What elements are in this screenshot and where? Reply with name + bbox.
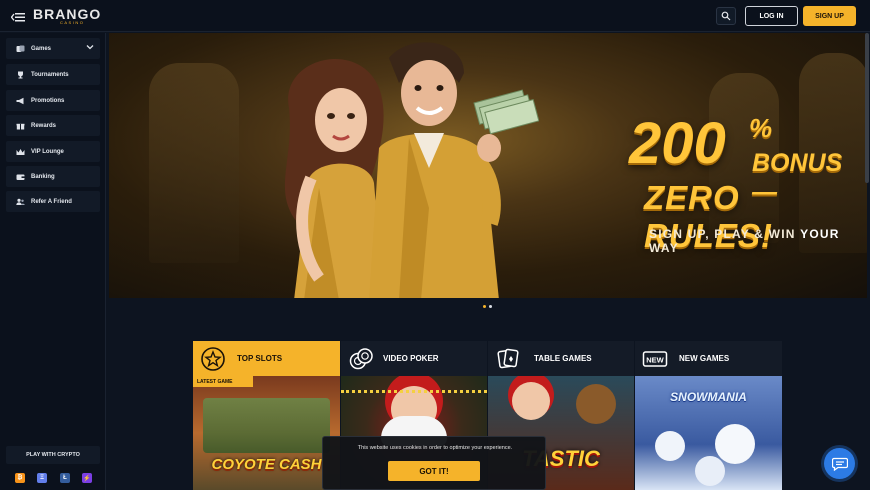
tab-table-games[interactable]: TABLE GAMES bbox=[488, 341, 634, 376]
cookie-message: This website uses cookies in order to op… bbox=[357, 445, 513, 451]
tab-top-slots[interactable]: TOP SLOTS bbox=[193, 341, 340, 376]
svg-text:NEW: NEW bbox=[646, 355, 664, 364]
game-art bbox=[341, 390, 487, 394]
page-scrollbar[interactable] bbox=[865, 33, 869, 183]
litecoin-icon[interactable]: Ł bbox=[60, 473, 70, 483]
sidebar: Games Tournaments Promotions Rewards VIP… bbox=[0, 33, 106, 490]
live-chat-button[interactable] bbox=[824, 448, 855, 479]
bonus-amount: 200 bbox=[629, 111, 726, 176]
sidebar-item-label: Refer A Friend bbox=[31, 198, 72, 205]
top-bar: BRANGO CASINO LOG IN SIGN UP bbox=[0, 0, 870, 32]
tab-label: VIDEO POKER bbox=[383, 354, 439, 363]
search-button[interactable] bbox=[716, 7, 736, 25]
sidebar-item-rewards[interactable]: Rewards bbox=[6, 115, 100, 136]
bonus-percent-sign: % bbox=[749, 113, 773, 143]
lightning-icon[interactable]: ⚡ bbox=[82, 473, 92, 483]
wallet-icon bbox=[16, 173, 25, 181]
game-art bbox=[203, 398, 330, 453]
tab-label: TOP SLOTS bbox=[237, 354, 283, 363]
sidebar-item-promotions[interactable]: Promotions bbox=[6, 90, 100, 111]
slot-machine-decoration bbox=[149, 63, 239, 263]
subline-emphasis: YOUR bbox=[800, 227, 840, 241]
sidebar-item-label: Promotions bbox=[31, 97, 65, 104]
latest-game-badge: LATEST GAME bbox=[193, 376, 253, 387]
game-thumbnail-snowmania[interactable]: SNOWMANIA bbox=[635, 376, 782, 490]
banner-subline: SIGN UP, PLAY & WIN YOUR WAY bbox=[649, 227, 867, 255]
playing-cards-icon bbox=[494, 345, 522, 373]
tab-new-games[interactable]: NEW NEW GAMES bbox=[635, 341, 782, 376]
gift-icon bbox=[16, 122, 25, 130]
signup-button[interactable]: SIGN UP bbox=[803, 6, 856, 26]
play-with-crypto-button[interactable]: PLAY WITH CRYPTO bbox=[6, 446, 100, 464]
tab-label: NEW GAMES bbox=[679, 354, 730, 363]
couple-illustration bbox=[284, 42, 539, 298]
game-art bbox=[715, 424, 755, 464]
sidebar-item-vip-lounge[interactable]: VIP Lounge bbox=[6, 141, 100, 162]
sidebar-item-refer-a-friend[interactable]: Refer A Friend bbox=[6, 191, 100, 212]
game-art bbox=[512, 382, 550, 420]
subline-text-start: SIGN UP, PLAY & WIN bbox=[649, 227, 801, 241]
sidebar-item-label: Tournaments bbox=[31, 71, 69, 78]
crown-icon bbox=[16, 148, 25, 156]
chevron-down-icon[interactable] bbox=[86, 44, 94, 52]
carousel-dot-active[interactable] bbox=[483, 305, 486, 308]
ethereum-icon[interactable]: Ξ bbox=[37, 473, 47, 483]
sidebar-item-banking[interactable]: Banking bbox=[6, 166, 100, 187]
sidebar-item-label: Rewards bbox=[31, 122, 57, 129]
bitcoin-icon[interactable]: ₿ bbox=[15, 473, 25, 483]
trophy-icon bbox=[16, 71, 25, 79]
cookie-accept-button[interactable]: GOT IT! bbox=[388, 461, 480, 481]
sidebar-item-label: VIP Lounge bbox=[31, 148, 64, 155]
logo-subtitle: CASINO bbox=[60, 20, 85, 25]
carousel-dot[interactable] bbox=[489, 305, 492, 308]
login-button[interactable]: LOG IN bbox=[745, 6, 798, 26]
chat-bubble-icon bbox=[831, 457, 848, 471]
sidebar-item-label: Games bbox=[31, 45, 52, 52]
game-thumbnail-coyote-cash[interactable]: LATEST GAME COYOTE CASH bbox=[193, 376, 340, 490]
sidebar-item-tournaments[interactable]: Tournaments bbox=[6, 64, 100, 85]
game-title: COYOTE CASH bbox=[211, 456, 322, 473]
search-icon bbox=[721, 11, 731, 21]
hamburger-menu-icon[interactable] bbox=[10, 10, 25, 22]
game-art bbox=[695, 456, 725, 486]
star-icon bbox=[199, 345, 227, 373]
tab-video-poker[interactable]: VIDEO POKER bbox=[341, 341, 487, 376]
game-art bbox=[576, 384, 616, 424]
sidebar-item-games[interactable]: Games bbox=[6, 38, 100, 59]
subline-text-end: WAY bbox=[649, 241, 679, 255]
users-icon bbox=[16, 198, 25, 206]
megaphone-icon bbox=[16, 97, 25, 105]
game-art bbox=[655, 431, 685, 461]
cookie-banner: This website uses cookies in order to op… bbox=[322, 436, 546, 490]
poker-chips-icon bbox=[347, 345, 375, 373]
carousel-dots bbox=[483, 305, 492, 308]
cards-icon bbox=[16, 45, 25, 53]
sidebar-item-label: Banking bbox=[31, 173, 55, 180]
tab-label: TABLE GAMES bbox=[534, 354, 592, 363]
new-badge-icon: NEW bbox=[641, 345, 669, 373]
promo-banner[interactable]: 200 % BONUS — ZERO RULES! SIGN UP, PLAY … bbox=[109, 33, 867, 298]
game-title: SNOWMANIA bbox=[670, 390, 747, 404]
